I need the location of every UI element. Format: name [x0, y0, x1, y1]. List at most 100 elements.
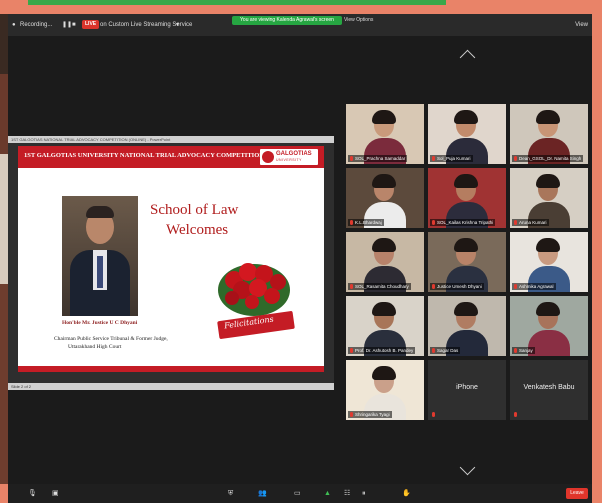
mic-muted-icon [432, 412, 435, 418]
video-icon[interactable]: ▣ [52, 488, 59, 499]
leave-button[interactable]: Leave [566, 488, 588, 499]
security-icon[interactable]: ⛨ [228, 488, 233, 499]
participant-tile[interactable]: Shringarika Tyagi [346, 360, 424, 420]
participant-tile[interactable]: Sagar Das [428, 296, 506, 356]
chat-icon[interactable]: ▭ [294, 488, 301, 499]
welcome-line1: School of Law [150, 202, 239, 218]
mic-muted-icon [432, 284, 435, 290]
mic-muted-icon [432, 156, 435, 162]
participant-name-label: Justice Umesh Dhyani [430, 283, 484, 290]
participant-tile[interactable]: SOL_Kailas Krishna Tripathi [428, 168, 506, 228]
participant-tile[interactable]: Aruna Kumari [510, 168, 588, 228]
participant-name: SOL_Kailas Krishna Tripathi [437, 220, 494, 225]
participant-name: Sol_Puja Kumari [437, 156, 471, 161]
participant-tile[interactable]: Ashmika Agrawal [510, 232, 588, 292]
shared-screen: 1ST GALGOTIAS NATIONAL TRIAL ADVOCACY CO… [8, 136, 334, 390]
muted-indicator [512, 411, 521, 418]
chevron-down-icon[interactable]: ▾ [176, 19, 179, 31]
mic-muted-icon [350, 284, 353, 290]
participant-tile[interactable]: Sanjay [510, 296, 588, 356]
participants-icon[interactable]: 👥 [258, 488, 267, 499]
guest-designation-line2: Uttarakhand High Court [68, 344, 122, 350]
participant-tile[interactable]: Venkatesh Babu [510, 360, 588, 420]
participant-name-label: Sagar Das [430, 347, 461, 354]
left-edge-strip [0, 14, 8, 484]
participant-name-label: Sanjay [512, 347, 535, 354]
mic-muted-icon [350, 156, 353, 162]
view-button[interactable]: View [575, 19, 588, 31]
participant-name: Sagar Das [437, 348, 459, 353]
outer-banner [0, 0, 602, 14]
welcome-line2: Welcomes [166, 222, 229, 238]
participant-name: Sanjay [519, 348, 533, 353]
chevron-down-icon[interactable] [459, 459, 476, 476]
mic-muted-icon [432, 348, 435, 354]
participant-tile[interactable]: Prof. Dr. Ashutosh B. Pandey [346, 296, 424, 356]
participant-name: SOL_Prachna Samaddar [355, 156, 406, 161]
slide-header: 1ST GALGOTIAS UNIVERSITY NATIONAL TRIAL … [18, 146, 324, 168]
logo-icon [262, 151, 274, 163]
guest-photo [62, 196, 138, 316]
slide-status-bar: Slide 2 of 2 [8, 383, 334, 390]
presentation-slide: 1ST GALGOTIAS UNIVERSITY NATIONAL TRIAL … [18, 146, 324, 372]
university-logo: GALGOTIAS UNIVERSITY [260, 149, 318, 165]
participant-name-label: SOL_Rasamita Choudhary [348, 283, 411, 290]
participant-name-label: Shringarika Tyagi [348, 411, 392, 418]
logo-name: GALGOTIAS [276, 151, 312, 157]
view-options-button[interactable]: View Options [344, 16, 373, 25]
participant-name-label: K.L.Bhardwaj [348, 219, 384, 226]
participant-name: Shringarika Tyagi [355, 412, 390, 417]
mic-muted-icon [350, 220, 353, 226]
record-button-icon[interactable]: ⏸ [362, 488, 366, 499]
participant-name-label: Aruna Kumari [512, 219, 549, 226]
pause-icon[interactable]: ❚❚ [62, 19, 72, 31]
zoom-window: ● Recording... ❚❚ ■ LIVE on Custom Live … [8, 14, 592, 484]
participant-tile[interactable]: Sol_Puja Kumari [428, 104, 506, 164]
participant-display-name: Venkatesh Babu [523, 384, 575, 391]
meeting-toolbar: 🎙 ▣ ⛨ 👥 ▭ ▲ ☷ ⏸ ✋ Leave [8, 484, 592, 503]
mic-muted-icon [350, 348, 353, 354]
mic-muted-icon [432, 220, 435, 226]
speaker-banner: You are viewing Kalenda Agrawal's screen [232, 16, 342, 25]
stop-icon[interactable]: ■ [72, 19, 76, 31]
microphone-icon[interactable]: 🎙 [28, 488, 37, 499]
recording-label[interactable]: Recording... [20, 19, 52, 31]
participant-name: Aruna Kumari [519, 220, 547, 225]
mic-muted-icon [514, 284, 517, 290]
roses-bouquet-image [218, 263, 290, 316]
participant-name-label: Dean_GSOL_Dr. Namita Singh [512, 155, 584, 162]
guest-designation-line1: Chairman Public Service Tribunal & Forme… [54, 336, 168, 342]
mic-muted-icon [514, 156, 517, 162]
participant-gallery: SOL_Prachna Samaddar Sol_Puja Kumari Dean_… [346, 104, 592, 426]
share-screen-icon[interactable]: ▲ [324, 488, 331, 499]
participant-tile[interactable]: SOL_Prachna Samaddar [346, 104, 424, 164]
participant-tile[interactable]: iPhone [428, 360, 506, 420]
outer-green-bar [28, 0, 446, 5]
participant-name: SOL_Rasamita Choudhary [355, 284, 409, 289]
participant-name: Ashmika Agrawal [519, 284, 554, 289]
participant-tile[interactable]: Dean_GSOL_Dr. Namita Singh [510, 104, 588, 164]
guest-name: Hon'ble Mr. Justice U C Dhyani [62, 320, 138, 326]
participant-tile[interactable]: K.L.Bhardwaj [346, 168, 424, 228]
muted-indicator [430, 411, 439, 418]
participant-name-label: Ashmika Agrawal [512, 283, 556, 290]
reactions-icon[interactable]: ✋ [402, 488, 411, 499]
participant-tile[interactable]: Justice Umesh Dhyani [428, 232, 506, 292]
chevron-up-icon[interactable] [459, 49, 476, 66]
mic-muted-icon [350, 412, 353, 418]
mic-muted-icon [514, 412, 517, 418]
polls-icon[interactable]: ☷ [344, 488, 350, 499]
participant-name: K.L.Bhardwaj [355, 220, 382, 225]
participant-display-name: iPhone [456, 384, 478, 391]
record-icon: ● [12, 22, 16, 28]
participant-name-label: SOL_Kailas Krishna Tripathi [430, 219, 496, 226]
participant-name-label: Sol_Puja Kumari [430, 155, 473, 162]
mic-muted-icon [514, 348, 517, 354]
participant-name-label: Prof. Dr. Ashutosh B. Pandey [348, 347, 416, 354]
participant-name: Dean_GSOL_Dr. Namita Singh [519, 156, 582, 161]
slide-footer [18, 366, 324, 372]
participant-tile[interactable]: SOL_Rasamita Choudhary [346, 232, 424, 292]
slide-heading: 1ST GALGOTIAS UNIVERSITY NATIONAL TRIAL … [24, 152, 296, 159]
mic-muted-icon [514, 220, 517, 226]
participant-name: Prof. Dr. Ashutosh B. Pandey [355, 348, 414, 353]
